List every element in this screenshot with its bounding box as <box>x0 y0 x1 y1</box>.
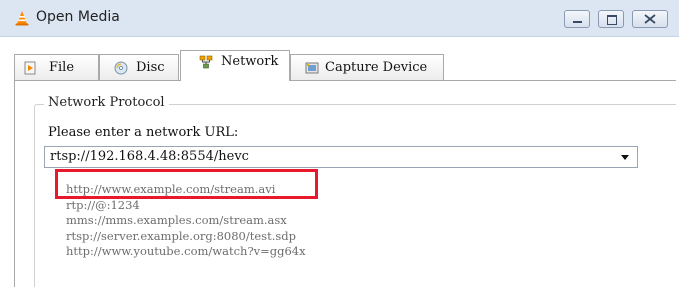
minimize-icon <box>573 21 582 23</box>
minimize-button[interactable] <box>564 10 590 28</box>
capture-icon <box>305 62 319 74</box>
url-example: http://www.youtube.com/watch?v=gg64x <box>66 244 306 258</box>
tab-network-label: Network <box>221 54 279 69</box>
tab-capture-device[interactable]: Capture Device <box>290 54 444 80</box>
network-url-prompt: Please enter a network URL: <box>48 125 239 140</box>
vlc-cone-icon <box>15 11 29 26</box>
dropdown-arrow-icon[interactable] <box>621 155 629 160</box>
tab-file-label: File <box>49 60 75 75</box>
highlight-box <box>55 169 318 199</box>
network-protocol-title: Network Protocol <box>44 95 169 110</box>
url-example: rtp://@:1234 <box>66 197 140 212</box>
url-example: rtsp://server.example.org:8080/test.sdp <box>66 228 296 243</box>
url-example: mms://mms.examples.com/stream.asx <box>66 213 287 227</box>
maximize-icon <box>607 15 617 25</box>
maximize-button[interactable] <box>598 10 624 28</box>
title-bar: Open Media <box>0 0 679 37</box>
tab-disc-label: Disc <box>136 60 165 75</box>
tab-network[interactable]: Network <box>180 50 290 81</box>
network-url-combobox[interactable]: rtsp://192.168.4.48:8554/hevc <box>44 146 638 168</box>
file-icon <box>24 61 36 75</box>
network-url-value[interactable]: rtsp://192.168.4.48:8554/hevc <box>50 149 249 164</box>
close-icon <box>644 14 656 24</box>
window-title: Open Media <box>36 9 120 25</box>
tab-capture-device-label: Capture Device <box>325 60 428 75</box>
network-icon <box>199 55 213 69</box>
close-button[interactable] <box>632 10 668 28</box>
tab-strip: File Disc Network Capture Device <box>14 50 674 81</box>
tab-file[interactable]: File <box>14 54 99 80</box>
tab-disc[interactable]: Disc <box>99 54 179 80</box>
disc-icon <box>114 61 128 75</box>
